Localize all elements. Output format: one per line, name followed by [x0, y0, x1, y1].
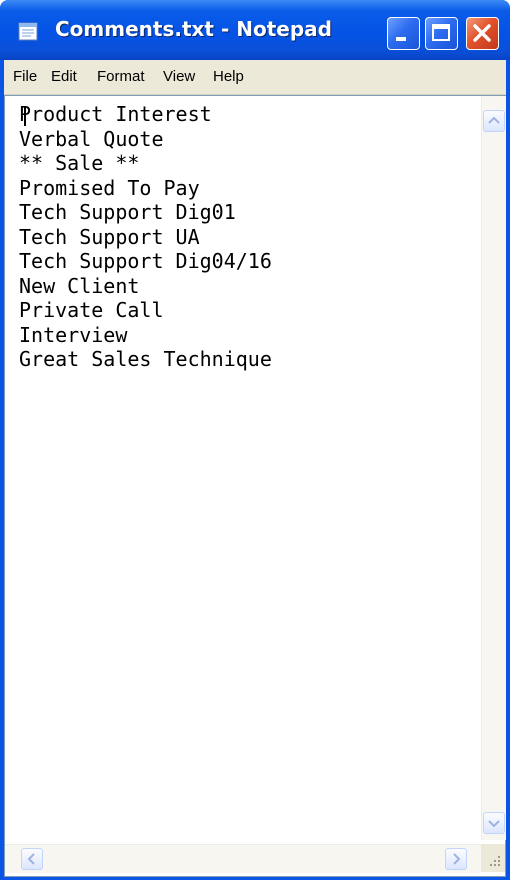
text-line: Interview	[19, 322, 128, 347]
text-line: Promised To Pay	[19, 175, 200, 200]
scroll-right-button[interactable]	[445, 848, 467, 870]
menu-format[interactable]: Format	[97, 68, 145, 85]
text-line: Tech Support UA	[19, 224, 200, 249]
title-bar[interactable]: Comments.txt - Notepad	[0, 0, 510, 60]
text-line: Private Call	[19, 298, 164, 322]
notepad-icon[interactable]	[17, 20, 41, 42]
chevron-up-icon	[488, 116, 500, 124]
text-line: Verbal Quote	[19, 126, 164, 151]
window-title: Comments.txt - Notepad	[55, 17, 332, 41]
text-line: Tech Support Dig04/16	[19, 249, 272, 273]
minimize-button[interactable]	[387, 17, 420, 50]
horizontal-scrollbar[interactable]	[5, 844, 481, 873]
menu-bar: File Edit Format View Help	[4, 60, 506, 95]
text-line: ** Sale **	[19, 151, 140, 175]
text-editor[interactable]: Product Interest Verbal Quote ** Sale ** Pr…	[4, 95, 506, 877]
close-icon	[473, 24, 491, 42]
text-line: New Client	[19, 273, 140, 298]
minimize-icon	[396, 37, 406, 41]
document-text[interactable]: Product Interest Verbal Quote ** Sale ** Pr…	[19, 102, 474, 372]
text-line: Tech Support Dig01	[19, 200, 236, 224]
menu-help[interactable]: Help	[213, 68, 244, 85]
menu-file[interactable]: File	[13, 68, 37, 85]
vertical-scrollbar[interactable]	[481, 96, 506, 840]
menu-edit[interactable]: Edit	[51, 68, 77, 85]
text-line: Product Interest	[19, 102, 212, 126]
notepad-window: Comments.txt - Notepad File Edit Format …	[0, 0, 510, 880]
text-line: Great Sales Technique	[19, 347, 272, 371]
menu-view[interactable]: View	[163, 68, 195, 85]
scroll-down-button[interactable]	[483, 812, 505, 834]
chevron-down-icon	[488, 820, 500, 828]
scroll-up-button[interactable]	[483, 110, 505, 132]
close-button[interactable]	[466, 17, 499, 50]
chevron-right-icon	[453, 853, 461, 865]
resize-grip-icon	[490, 856, 500, 866]
scroll-left-button[interactable]	[21, 848, 43, 870]
maximize-icon	[432, 24, 450, 41]
text-caret	[24, 106, 26, 126]
maximize-button[interactable]	[425, 17, 458, 50]
chevron-left-icon	[27, 853, 35, 865]
resize-grip[interactable]	[481, 844, 505, 872]
